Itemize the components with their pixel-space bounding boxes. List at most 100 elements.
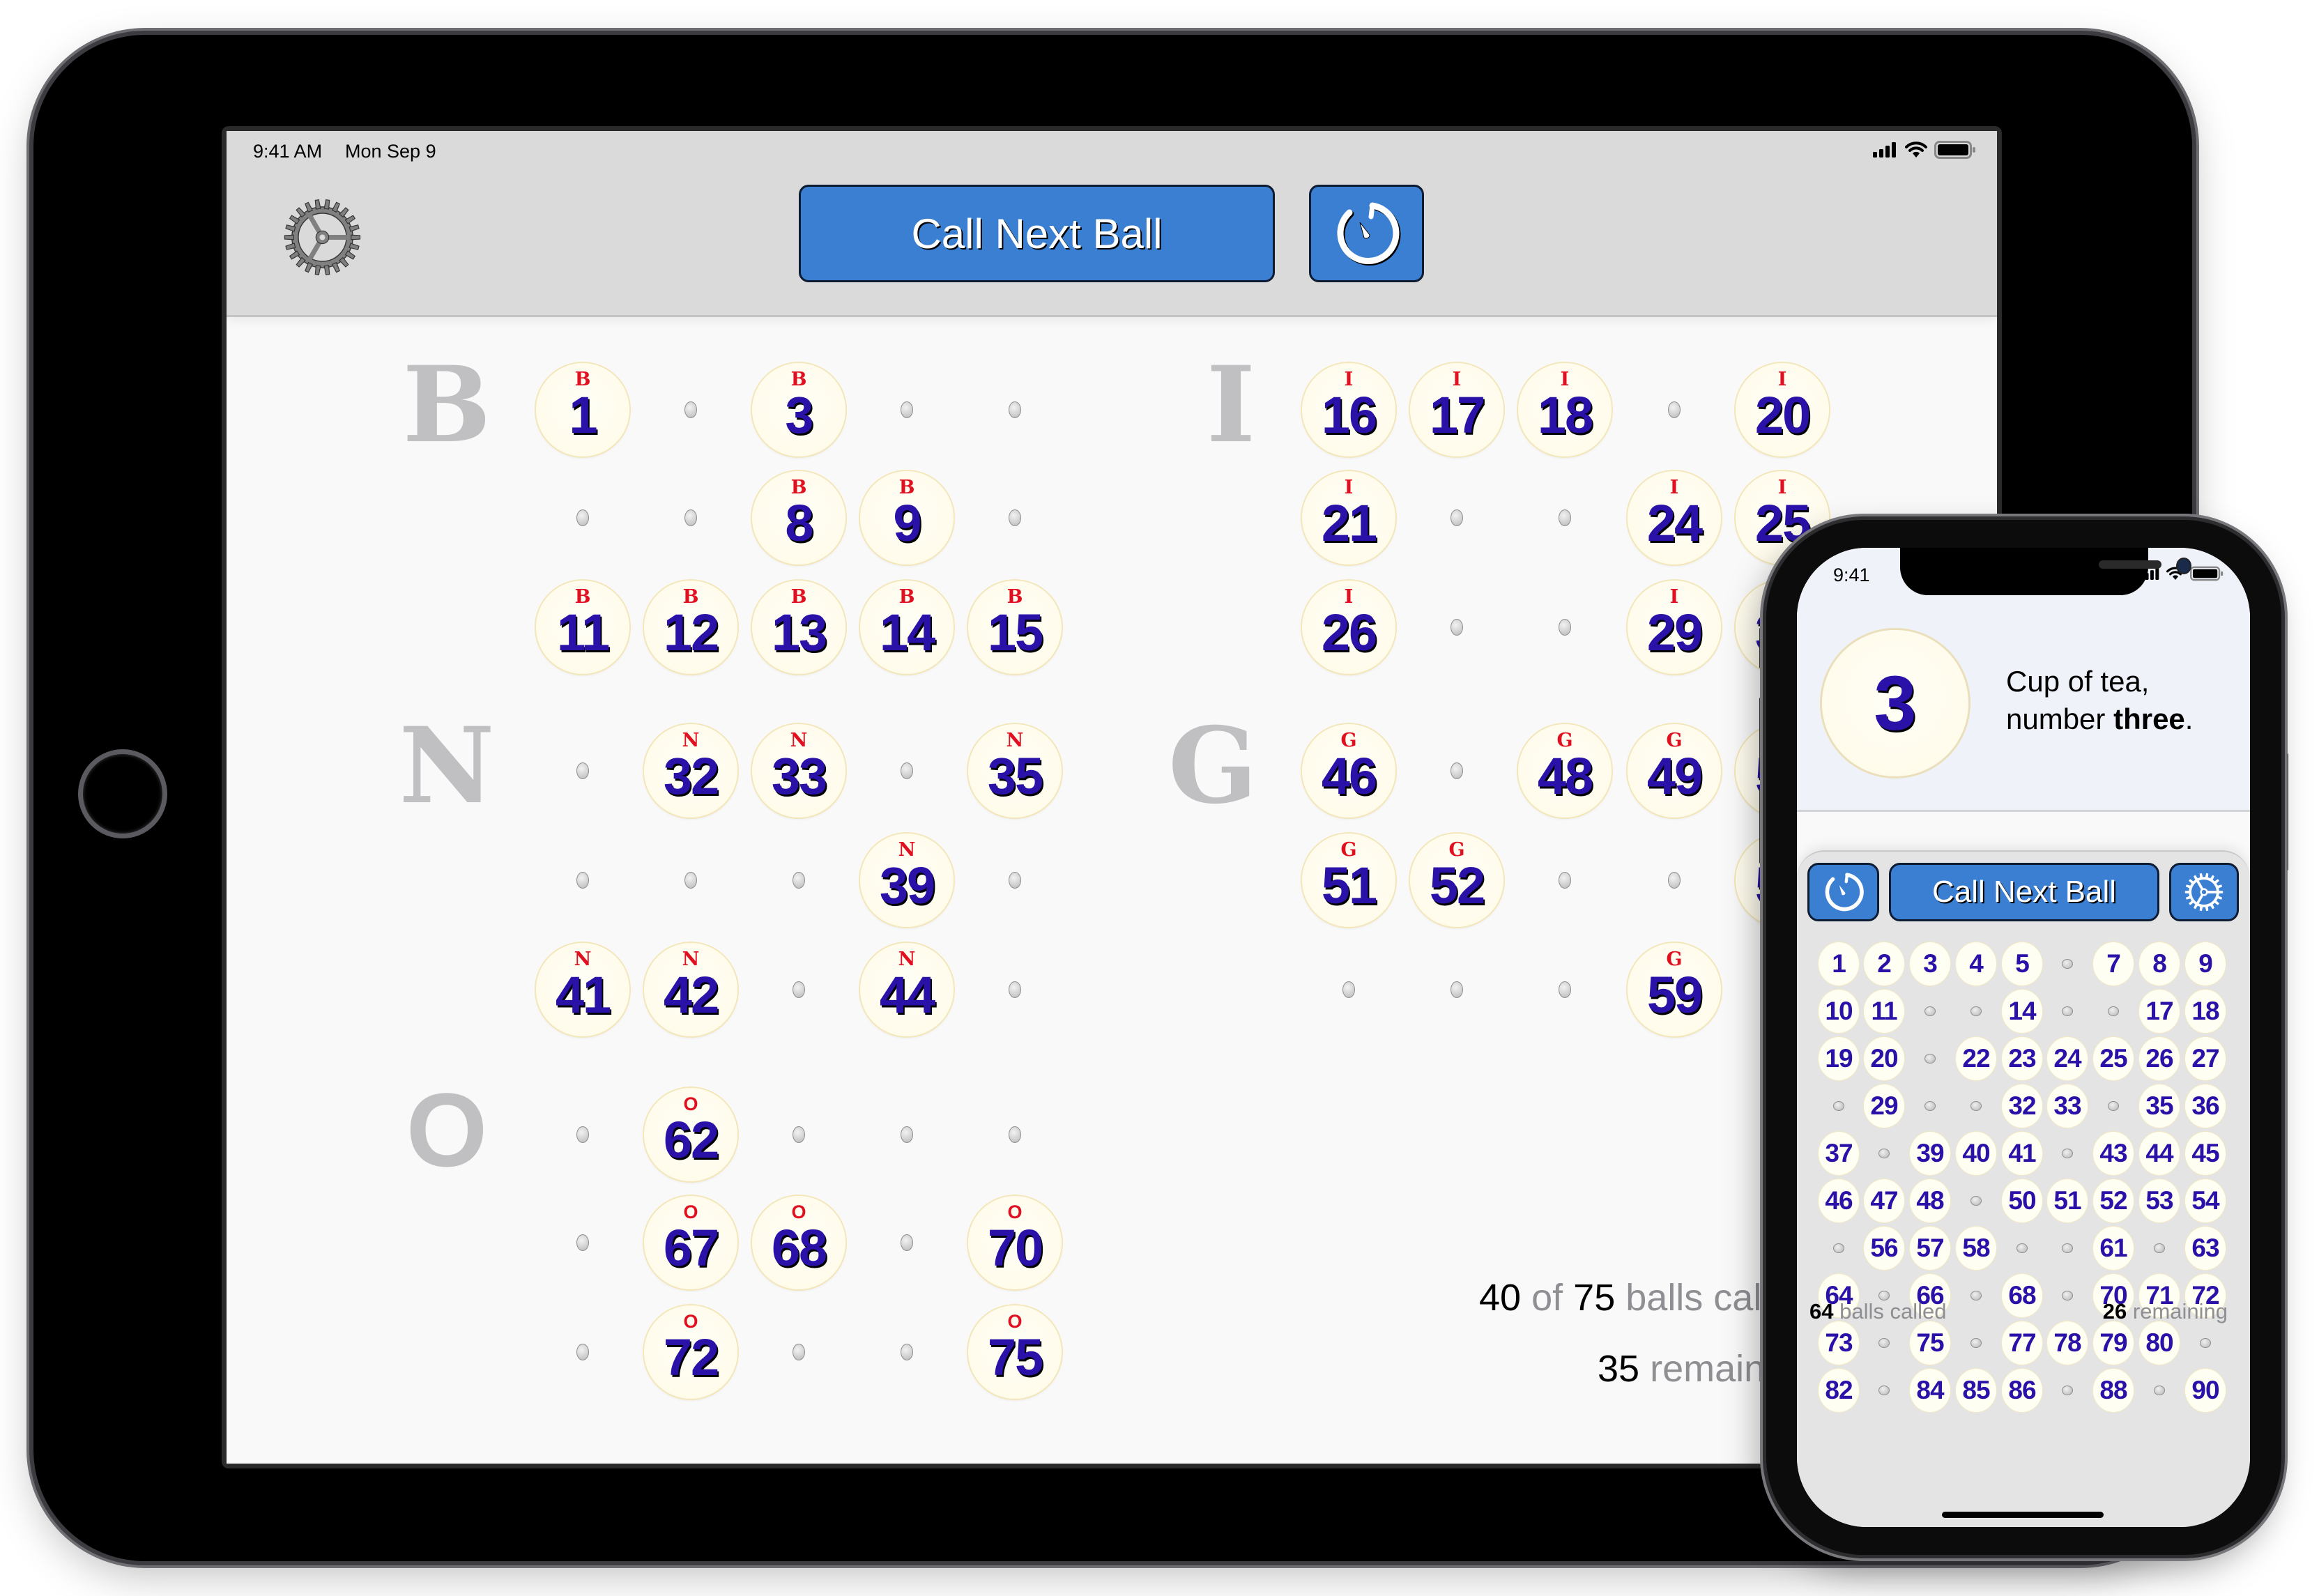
uncalled-slot (1970, 1291, 1982, 1300)
current-ball-caption: Cup of tea, number three. (2006, 663, 2193, 738)
called-ball: B 13 (752, 581, 845, 674)
called-ball: 2 (1864, 942, 1904, 985)
called-ball: 63 (2185, 1227, 2226, 1270)
uncalled-slot (901, 762, 913, 779)
uncalled-slot (684, 872, 697, 889)
called-ball: I 16 (1302, 363, 1395, 456)
ipad-screen: 9:41 AM Mon Sep 9 Call Next Ball B B 1 B… (227, 131, 1997, 1464)
uncalled-slot (901, 401, 913, 418)
called-ball: B9 (860, 471, 954, 565)
iphone-mute-switch (1759, 627, 1766, 669)
called-ball: 78 (2047, 1321, 2088, 1365)
ball-number: 68 (771, 1219, 827, 1277)
ball-number: 62 (663, 1111, 719, 1169)
uncalled-slot (1342, 981, 1355, 998)
status-time: 9:41 AM (253, 141, 323, 162)
signal-icon (1873, 142, 1896, 158)
ball-number: 18 (1537, 386, 1593, 444)
uncalled-slot (1559, 509, 1571, 526)
called-suffix: balls called (1839, 1299, 1947, 1323)
called-ball: 8 (2139, 942, 2180, 985)
called-ball: 86 (2002, 1369, 2042, 1412)
uncalled-slot (1668, 872, 1681, 889)
status-icons (1873, 141, 1976, 159)
uncalled-slot (1878, 1338, 1890, 1348)
settings-button[interactable] (282, 197, 362, 277)
timer-button[interactable] (1807, 863, 1879, 921)
current-ball: 3 (1822, 630, 1968, 776)
uncalled-slot (1878, 1386, 1890, 1395)
ball-number: 17 (1429, 386, 1485, 444)
called-ball: 24 (2047, 1037, 2088, 1080)
balls-called-status: 64 balls called (1809, 1299, 1946, 1324)
called-ball: G 46 (1302, 724, 1395, 818)
called-ball: N 41 (536, 943, 629, 1036)
uncalled-slot (576, 872, 589, 889)
called-ball: B3 (752, 363, 845, 456)
called-ball: O 72 (644, 1305, 737, 1399)
ball-number: 51 (1321, 857, 1377, 914)
uncalled-slot (901, 1234, 913, 1251)
called-ball: 10 (1819, 990, 1859, 1033)
battery-icon (2190, 566, 2224, 581)
called-ball: 26 (2139, 1037, 2180, 1080)
uncalled-slot (1451, 762, 1463, 779)
called-ball: I 24 (1628, 471, 1721, 565)
ball-number: 26 (1321, 604, 1377, 661)
ball-number: 29 (1646, 604, 1703, 661)
called-ball: 27 (2185, 1037, 2226, 1080)
called-ball: 52 (2093, 1179, 2134, 1222)
uncalled-slot (1833, 1101, 1844, 1111)
uncalled-slot (1009, 872, 1021, 889)
uncalled-slot (2062, 1149, 2073, 1158)
call-next-ball-button[interactable]: Call Next Ball (799, 185, 1275, 282)
caption-suffix: . (2184, 703, 2194, 735)
called-ball: I 29 (1628, 581, 1721, 674)
called-ball: 23 (2002, 1037, 2042, 1080)
uncalled-slot (2154, 1243, 2165, 1253)
front-camera (2176, 558, 2191, 574)
uncalled-slot (2200, 1338, 2211, 1348)
uncalled-slot (1970, 1196, 1982, 1206)
uncalled-slot (1924, 1101, 1936, 1111)
timer-button[interactable] (1309, 185, 1424, 282)
uncalled-slot (2062, 1006, 2073, 1016)
call-next-ball-label: Call Next Ball (1931, 875, 2117, 909)
ball-number: 42 (663, 966, 719, 1024)
column-letter-n: N (399, 705, 495, 827)
called-ball: 9 (2185, 942, 2226, 985)
column-letter-b: B (402, 344, 491, 466)
uncalled-slot (684, 509, 697, 526)
called-ball: 85 (1956, 1369, 1996, 1412)
called-ball: N 42 (644, 943, 737, 1036)
remaining-count: 26 (2102, 1299, 2127, 1323)
called-ball: 79 (2093, 1321, 2134, 1365)
ball-number: 24 (1646, 494, 1703, 552)
remaining-suffix: remaining (2132, 1299, 2228, 1323)
settings-button[interactable] (2169, 863, 2239, 921)
called-ball: G 59 (1628, 943, 1721, 1036)
ipad-home-button[interactable] (78, 749, 167, 838)
called-ball: 54 (2185, 1179, 2226, 1222)
ball-number: 20 (1754, 386, 1811, 444)
battery-icon (1934, 141, 1975, 159)
called-ball: 35 (2139, 1084, 2180, 1128)
uncalled-slot (1668, 401, 1681, 418)
called-ball: 29 (1864, 1084, 1904, 1128)
called-ball: 11 (1864, 990, 1904, 1033)
called-ball: 19 (1819, 1037, 1859, 1080)
ball-number: 13 (771, 604, 827, 661)
call-next-ball-button[interactable]: Call Next Ball (1889, 863, 2159, 921)
called-ball: G 51 (1302, 834, 1395, 927)
called-ball: G 49 (1628, 724, 1721, 818)
home-indicator[interactable] (1942, 1512, 2104, 1518)
uncalled-slot (1451, 509, 1463, 526)
timer-icon (1825, 873, 1864, 912)
called-ball: 3 (1910, 942, 1950, 985)
called-ball: N 35 (968, 724, 1062, 818)
ball-number: 32 (663, 747, 719, 805)
of-text: of (1531, 1277, 1563, 1319)
speaker-grille (2099, 560, 2161, 569)
called-ball: B 11 (536, 581, 629, 674)
balls-called-status: 40 of 75 balls called (1479, 1276, 1812, 1319)
